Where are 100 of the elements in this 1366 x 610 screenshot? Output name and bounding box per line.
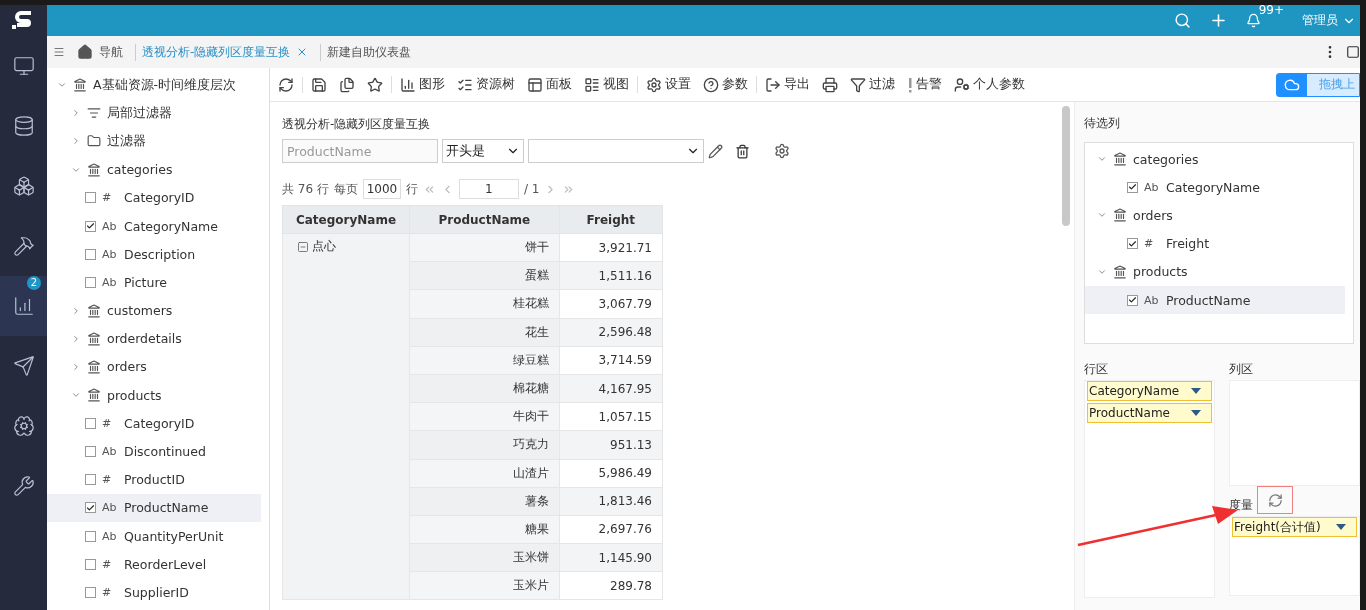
page-total: / 1: [523, 182, 540, 196]
checkbox[interactable]: [85, 502, 96, 514]
table-icon: [87, 359, 101, 374]
scrollbar[interactable]: [1062, 106, 1070, 226]
refresh-button[interactable]: [278, 76, 294, 93]
expand-icon[interactable]: [71, 361, 81, 372]
checkbox[interactable]: [1127, 238, 1138, 250]
resource-tree-button[interactable]: 资源树: [457, 76, 515, 93]
tree-label[interactable]: orderdetails: [107, 331, 182, 347]
field-chip[interactable]: Freight(合计值): [1232, 517, 1357, 537]
checkbox[interactable]: [1127, 181, 1138, 193]
tree-label[interactable]: A基础资源-时间维度层次: [93, 76, 237, 94]
edit-icon[interactable]: [708, 143, 723, 159]
checkbox[interactable]: [85, 192, 96, 204]
field-item[interactable]: # CategoryID: [47, 183, 261, 212]
field-item[interactable]: Ab ProductName: [47, 493, 261, 522]
expand-icon[interactable]: [71, 108, 81, 119]
tree-label[interactable]: 过滤器: [107, 132, 146, 150]
settings-icon[interactable]: [774, 143, 790, 159]
tree-label[interactable]: customers: [107, 303, 173, 319]
checkbox[interactable]: [85, 530, 96, 542]
checkbox[interactable]: [85, 417, 96, 429]
checkbox[interactable]: [85, 248, 96, 260]
user-params-button[interactable]: 个人参数: [954, 76, 1025, 93]
field-item[interactable]: Ab CategoryName: [47, 211, 261, 241]
field-item[interactable]: Ab CategoryName: [1085, 173, 1345, 202]
table-cell: 蛋糕: [409, 261, 560, 290]
print-button[interactable]: [822, 76, 838, 93]
window-icon[interactable]: [1346, 45, 1360, 59]
expand-icon[interactable]: [71, 305, 81, 316]
field-item[interactable]: # ReorderLevel: [47, 550, 261, 579]
swap-icon[interactable]: [1267, 492, 1283, 508]
checkbox[interactable]: [85, 446, 96, 458]
field-input[interactable]: ProductName: [282, 139, 438, 163]
save-as-button[interactable]: [339, 76, 355, 93]
checkbox[interactable]: [85, 558, 96, 570]
field-item[interactable]: Ab Picture: [47, 268, 261, 297]
chart-button[interactable]: 图形: [400, 76, 445, 93]
type-mark: Ab: [1144, 180, 1160, 194]
search-icon[interactable]: [1173, 12, 1191, 29]
field-item[interactable]: # SupplierID: [47, 578, 261, 607]
expand-icon[interactable]: [71, 333, 81, 344]
column-header[interactable]: Freight: [559, 205, 663, 234]
table-cell: 3,714.59: [559, 346, 663, 375]
export-button[interactable]: 导出: [765, 76, 810, 93]
operator-select[interactable]: 开头是: [442, 139, 524, 163]
save-as-icon: [339, 76, 355, 93]
panel-button[interactable]: 面板: [527, 76, 572, 93]
expand-icon[interactable]: [71, 136, 81, 147]
table-cell: 棉花糖: [409, 374, 560, 403]
checkbox[interactable]: [85, 586, 96, 598]
table-cell: 1,057.15: [559, 402, 663, 431]
bell-icon[interactable]: [1245, 13, 1261, 28]
filter-button[interactable]: 过滤: [850, 76, 895, 93]
tab[interactable]: 新建自助仪表盘: [327, 43, 412, 61]
home-icon[interactable]: [77, 44, 93, 60]
table-cell: 2,697.76: [559, 515, 663, 544]
save-button[interactable]: [311, 76, 327, 93]
field-item[interactable]: # ProductID: [47, 465, 261, 494]
checkbox[interactable]: [85, 474, 96, 486]
menu-icon[interactable]: [53, 46, 65, 58]
section-title: 待选列: [1084, 114, 1121, 132]
field-label: ProductID: [124, 472, 185, 488]
tab[interactable]: 导航: [99, 43, 123, 61]
tree-label[interactable]: orders: [107, 359, 147, 375]
field-chip[interactable]: ProductName: [1087, 403, 1212, 423]
alert-button[interactable]: 告警: [907, 76, 942, 93]
column-header[interactable]: CategoryName: [282, 205, 410, 234]
per-page-input[interactable]: 1000: [362, 179, 401, 199]
field-item[interactable]: Ab Description: [47, 240, 261, 269]
table-cell: 1,145.90: [559, 543, 663, 572]
tree-label[interactable]: categories: [1133, 151, 1199, 167]
tree-label[interactable]: 局部过滤器: [107, 104, 172, 122]
tree-label[interactable]: products: [107, 387, 162, 403]
table-cell: 薯条: [409, 487, 560, 516]
view-button[interactable]: 视图: [584, 76, 629, 93]
column-header[interactable]: ProductName: [409, 205, 560, 234]
field-item[interactable]: # Freight: [1085, 229, 1345, 258]
page-input[interactable]: 1: [458, 179, 519, 199]
table-cell: 1,511.16: [559, 261, 663, 290]
checkbox[interactable]: [85, 220, 96, 232]
field-item[interactable]: Ab QuantityPerUnit: [47, 522, 261, 551]
chart-icon: [400, 76, 416, 93]
tree-label[interactable]: orders: [1133, 207, 1173, 223]
field-item[interactable]: Ab ProductName: [1085, 285, 1345, 315]
settings-button[interactable]: 设置: [646, 76, 691, 93]
per-page-label: 每页: [333, 180, 358, 198]
checkbox[interactable]: [85, 276, 96, 288]
field-chip[interactable]: CategoryName: [1087, 381, 1212, 401]
collapse-icon[interactable]: [297, 240, 309, 253]
field-item[interactable]: Ab Discontinued: [47, 437, 261, 466]
tree-label[interactable]: products: [1133, 264, 1188, 280]
type-mark: Ab: [102, 275, 118, 289]
checkbox[interactable]: [1127, 294, 1138, 306]
tree-label[interactable]: categories: [107, 162, 173, 178]
favorite-button[interactable]: [367, 76, 383, 93]
params-button[interactable]: 参数: [703, 76, 748, 93]
delete-icon[interactable]: [735, 143, 750, 159]
field-item[interactable]: # CategoryID: [47, 409, 261, 438]
hammer-icon: [12, 235, 35, 257]
